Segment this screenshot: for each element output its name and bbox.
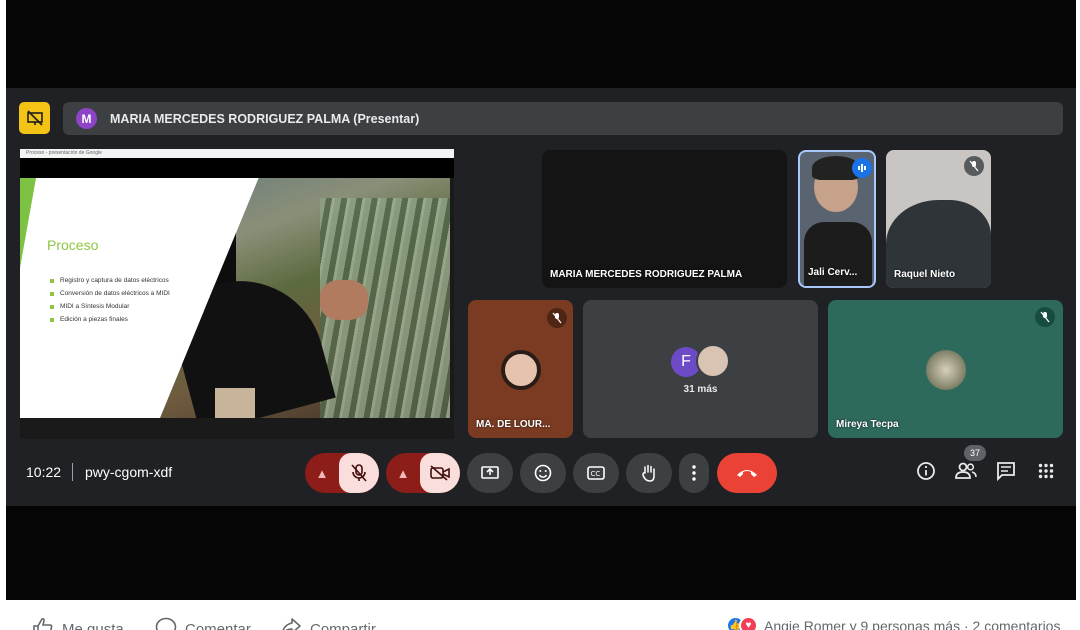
share-button[interactable]: Compartir	[280, 617, 376, 630]
mic-off-icon	[1035, 307, 1055, 327]
comment-bubble-icon	[155, 617, 177, 630]
share-label: Compartir	[310, 621, 376, 630]
emoji-reaction-button[interactable]	[520, 453, 566, 493]
svg-text:CC: CC	[591, 470, 601, 478]
love-reaction-icon: ♥	[739, 616, 758, 630]
participant-avatar	[926, 350, 966, 390]
participant-name: Raquel Nieto	[894, 269, 956, 280]
slide-bullets: Registro y captura de datos eléctricos C…	[50, 277, 210, 329]
reactions-text: Angie Romer y 9 personas más · 2 comenta…	[764, 617, 1061, 630]
meeting-time: 10:22	[26, 464, 62, 480]
participant-tile-maria[interactable]: MARIA MERCEDES RODRIGUEZ PALMA	[542, 150, 787, 288]
raise-hand-button[interactable]	[626, 453, 672, 493]
participant-tile-more[interactable]: F 31 más	[583, 300, 818, 438]
mic-options-chevron-icon[interactable]: ▲	[305, 453, 339, 493]
people-icon[interactable]	[953, 458, 979, 484]
meet-controls: 10:22 pwy-cgom-xdf ▲ ▲ CC 37	[6, 445, 1076, 498]
participant-name: MARIA MERCEDES RODRIGUEZ PALMA	[550, 269, 743, 280]
person-head	[212, 181, 242, 215]
equipment-box	[215, 388, 255, 418]
camera-off-button[interactable]	[420, 453, 460, 493]
end-call-button[interactable]	[717, 453, 777, 493]
slide-bullet: Registro y captura de datos eléctricos	[50, 277, 210, 285]
slide-bullet: Conversión de datos eléctricos a MIDI	[50, 290, 210, 298]
mic-off-icon	[547, 308, 567, 328]
participant-name: Jali Cerv...	[808, 267, 858, 278]
screen-tab-title: Proceso - presentación de Google	[20, 149, 454, 158]
speaking-indicator-icon	[852, 158, 872, 178]
participant-tile-ma-de-lour[interactable]: MA. DE LOUR...	[468, 300, 573, 438]
slide: Proceso Registro y captura de datos eléc…	[20, 178, 450, 418]
participant-name: MA. DE LOUR...	[476, 419, 551, 430]
participant-avatar	[501, 350, 541, 390]
screen-toolbar	[20, 158, 454, 178]
participant-tile-jali[interactable]: Jali Cerv...	[798, 150, 876, 288]
meeting-code: pwy-cgom-xdf	[85, 464, 173, 480]
presenter-avatar: M	[76, 108, 97, 129]
slide-bullet: MIDI a Síntesis Modular	[50, 303, 210, 311]
presenter-bar[interactable]: M MARIA MERCEDES RODRIGUEZ PALMA (Presen…	[63, 102, 1063, 135]
chat-icon[interactable]	[993, 458, 1019, 484]
shared-screen[interactable]: Proceso - presentación de Google Proceso…	[20, 149, 454, 439]
camera-options-chevron-icon[interactable]: ▲	[386, 453, 420, 493]
mic-control[interactable]: ▲	[305, 453, 379, 493]
mic-off-icon	[964, 156, 984, 176]
comment-label: Comentar	[185, 621, 251, 630]
divider	[72, 463, 73, 481]
participant-tile-mireya[interactable]: Mireya Tecpa	[828, 300, 1063, 438]
camera-control[interactable]: ▲	[386, 453, 460, 493]
reactions-summary[interactable]: 👍 ♥ Angie Romer y 9 personas más · 2 com…	[726, 616, 1060, 630]
facebook-action-bar: Me gusta Comentar Compartir 👍 ♥ Angie Ro…	[0, 600, 1080, 630]
activities-grid-icon[interactable]	[1033, 458, 1059, 484]
more-options-button[interactable]	[679, 453, 709, 493]
thumbs-up-icon	[32, 617, 54, 630]
presenter-name: MARIA MERCEDES RODRIGUEZ PALMA (Presenta…	[110, 111, 420, 126]
slide-bullet: Edición a piezas finales	[50, 316, 210, 324]
like-label: Me gusta	[62, 621, 124, 630]
more-avatar-photo	[696, 344, 730, 378]
comment-button[interactable]: Comentar	[155, 617, 251, 630]
meet-window: M MARIA MERCEDES RODRIGUEZ PALMA (Presen…	[6, 88, 1076, 506]
slide-title: Proceso	[47, 237, 99, 253]
participant-name: Mireya Tecpa	[836, 419, 899, 430]
share-arrow-icon	[280, 617, 302, 630]
participant-tile-raquel[interactable]: Raquel Nieto	[886, 150, 991, 288]
participant-shirt	[804, 222, 872, 286]
slide-accent-shape	[20, 178, 36, 268]
captions-button[interactable]: CC	[573, 453, 619, 493]
hand	[320, 280, 368, 320]
mic-off-button[interactable]	[339, 453, 379, 493]
screen-stage: M MARIA MERCEDES RODRIGUEZ PALMA (Presen…	[0, 0, 1080, 630]
presentation-toggle-icon[interactable]	[19, 102, 50, 134]
like-button[interactable]: Me gusta	[32, 617, 124, 630]
more-participants-count: 31 más	[683, 384, 718, 395]
present-screen-button[interactable]	[467, 453, 513, 493]
info-icon[interactable]	[913, 458, 939, 484]
